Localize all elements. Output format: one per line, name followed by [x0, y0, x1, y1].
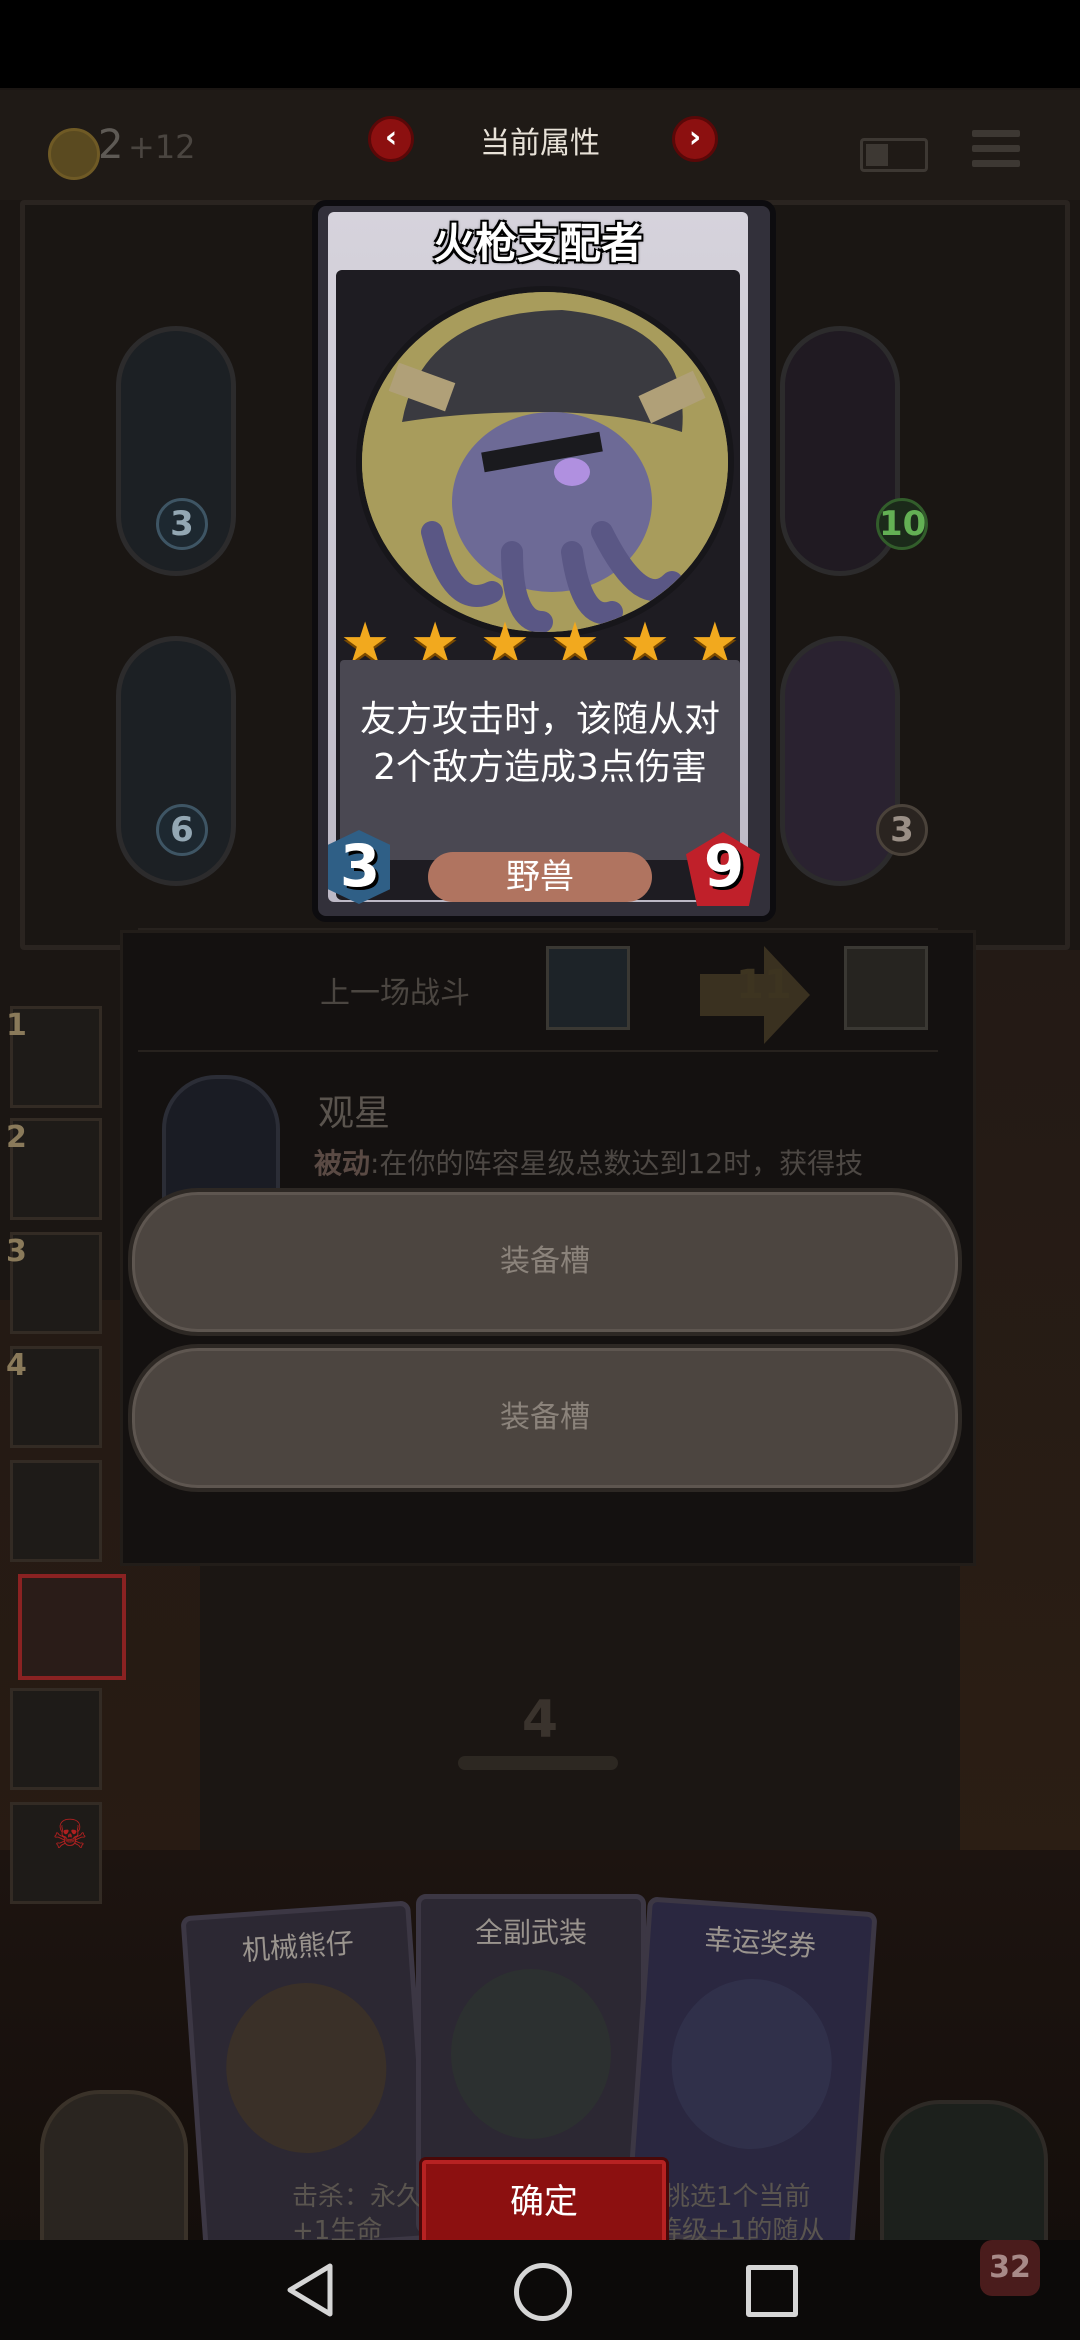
prev-arrow-button[interactable]: ‹ [368, 116, 414, 162]
roster-number: 4 [6, 1348, 27, 1383]
header-title: 当前属性 [480, 126, 600, 161]
shop-card-art [665, 1973, 838, 2155]
roster-number: 2 [6, 1120, 27, 1155]
tribe-tag: 野兽 [428, 852, 652, 902]
shop-card-desc: 挑选1个当前 [664, 2182, 811, 2212]
player-health: 32 [980, 2240, 1040, 2296]
last-battle-label: 上一场战斗 [320, 976, 470, 1011]
shop-card-art [451, 1969, 611, 2139]
status-bar [0, 0, 1080, 88]
skull-icon: ☠ [52, 1812, 88, 1858]
equipment-slot-2[interactable]: 装备槽 [128, 1344, 962, 1492]
unit-stat: 10 [876, 498, 928, 550]
divider [138, 1050, 938, 1052]
octopus-pirate-portrait [356, 286, 734, 638]
battery-level [866, 144, 888, 166]
equipment-slot-label: 装备槽 [500, 1400, 590, 1435]
divider [138, 928, 938, 930]
roster-slot-selected[interactable] [18, 1574, 126, 1680]
last-battle-ally-icon [546, 946, 630, 1030]
gold-income: +12 [128, 128, 196, 166]
unit-stat: 6 [156, 804, 208, 856]
description-line-1: 友方攻击时，该随从对 [359, 699, 720, 740]
description-line-2: 2个敌方造成3点伤害 [373, 747, 707, 788]
equipment-slot-1[interactable]: 装备槽 [128, 1188, 962, 1336]
last-battle-damage: 11 [736, 962, 792, 1008]
passive-label: 被动 [314, 1147, 371, 1180]
card-name: 火枪支配者 [432, 219, 643, 268]
unit-stat: 3 [876, 804, 928, 856]
shop-card-desc: 击杀：永久 [292, 2182, 423, 2212]
roster-slot-5[interactable] [10, 1460, 102, 1562]
unit-stat: 3 [156, 498, 208, 550]
left-portal [40, 2090, 188, 2258]
gold-count: 2 [98, 122, 124, 168]
back-nav-icon[interactable] [286, 2262, 336, 2318]
shop-card-title: 幸运奖券 [703, 1922, 818, 1964]
last-battle-enemy-icon [844, 946, 928, 1030]
roster-number: 3 [6, 1234, 27, 1269]
board-unit-right-2[interactable] [780, 636, 900, 886]
round-bar [458, 1756, 618, 1770]
confirm-button[interactable]: 确定 [422, 2160, 666, 2244]
coin-icon [48, 128, 100, 180]
shop-card-title: 全副武装 [474, 1916, 587, 1949]
skill-name: 观星 [318, 1093, 391, 1134]
card-description: 友方攻击时，该随从对 2个敌方造成3点伤害 [340, 696, 740, 792]
shop-card-title: 机械熊仔 [240, 1926, 355, 1968]
recent-nav-icon[interactable] [746, 2265, 798, 2317]
health-value: 9 [703, 832, 745, 900]
home-nav-icon[interactable] [514, 2263, 572, 2321]
skill-text: :在你的阵容星级总数达到12时，获得技 [370, 1147, 864, 1180]
shop-card-art [220, 1977, 393, 2159]
next-arrow-button[interactable]: › [672, 116, 718, 162]
attack-value: 3 [339, 832, 381, 900]
roster-slot-7[interactable] [10, 1688, 102, 1790]
skill-description: 被动:在你的阵容星级总数达到12时，获得技 [314, 1142, 863, 1182]
roster-number: 1 [6, 1008, 27, 1043]
menu-icon[interactable] [972, 130, 1020, 174]
equipment-slot-label: 装备槽 [500, 1244, 590, 1279]
